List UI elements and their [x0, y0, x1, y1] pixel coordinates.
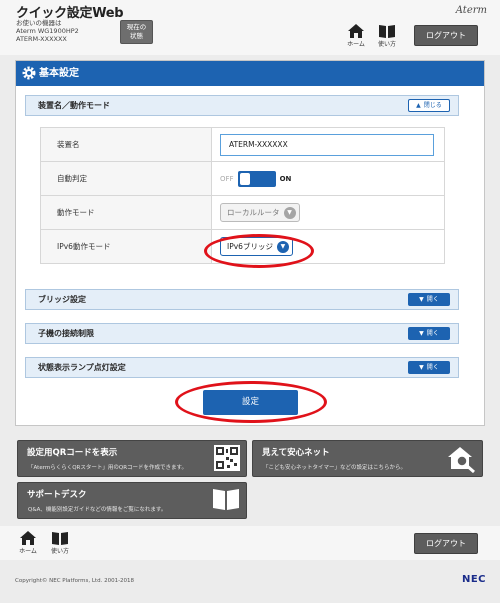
device-name-label: 装置名: [40, 127, 212, 162]
chevron-up-icon: ▲: [416, 102, 421, 109]
book-icon: [379, 25, 395, 38]
open-book-icon: [213, 489, 239, 510]
home-button[interactable]: ホーム: [343, 24, 369, 48]
toggle-off-label: OFF: [220, 174, 234, 183]
auto-detect-toggle[interactable]: OFF ON: [220, 170, 444, 187]
footer-howto-button[interactable]: 使い方: [47, 531, 73, 555]
section-bridge[interactable]: ブリッジ設定 ▼ 開く: [25, 289, 459, 310]
highlight-oval-submit: [175, 381, 327, 423]
home-icon: [20, 531, 36, 545]
qr-tile-title: 設定用QRコードを表示: [27, 448, 118, 458]
chevron-down-icon: ▼: [419, 296, 424, 303]
toggle-on-label: ON: [279, 174, 292, 183]
chevron-down-icon: ▼: [419, 330, 424, 337]
brand-logo: Aterm: [455, 5, 487, 16]
mimamori-tile[interactable]: 見えて安心ネット 「こども安心ネットタイマー」などの設定はこちらから。: [252, 440, 483, 477]
toggle-knob: [239, 172, 250, 185]
device-label: お使いの機器は: [16, 19, 62, 27]
mimamori-tile-subtitle: 「こども安心ネットタイマー」などの設定はこちらから。: [263, 465, 407, 471]
expand-label: 開く: [426, 330, 439, 337]
copyright: Copyright© NEC Platforms, Ltd. 2001-2018: [15, 578, 135, 584]
section-client-limit[interactable]: 子機の接続制限 ▼ 開く: [25, 323, 459, 344]
footer-home-label: ホーム: [19, 548, 37, 555]
section-client-limit-title: 子機の接続制限: [38, 329, 94, 338]
gear-icon: [22, 66, 36, 80]
support-tile-subtitle: Q&A、機能別設定ガイドなどの情報をご覧になれます。: [28, 507, 167, 513]
footer-bar: ホーム 使い方 ログアウト: [0, 526, 500, 560]
expand-button[interactable]: ▼ 開く: [408, 327, 450, 340]
home-label: ホーム: [347, 41, 365, 48]
house-search-icon: [448, 447, 475, 473]
howto-label: 使い方: [377, 41, 396, 48]
chevron-down-icon: ▼: [419, 364, 424, 371]
howto-button[interactable]: 使い方: [374, 24, 400, 48]
panel-header: 基本設定: [16, 61, 484, 86]
mimamori-tile-title: 見えて安心ネット: [262, 448, 330, 458]
mode-select-value: ローカルルータ: [227, 208, 280, 217]
section-bridge-title: ブリッジ設定: [38, 295, 86, 304]
current-status-button[interactable]: 現在の 状態: [120, 20, 153, 44]
home-icon: [348, 24, 364, 38]
highlight-oval-ipv6: [204, 234, 314, 268]
support-desk-tile[interactable]: サポートデスク Q&A、機能別設定ガイドなどの情報をご覧になれます。: [17, 482, 247, 519]
nec-logo: NEC: [461, 574, 486, 585]
collapse-label: 閉じる: [423, 102, 442, 109]
footer-logout-button[interactable]: ログアウト: [414, 533, 478, 554]
device-name: ATERM-XXXXXX: [16, 35, 67, 43]
expand-label: 開く: [426, 364, 439, 371]
expand-button[interactable]: ▼ 開く: [408, 361, 450, 374]
qr-code-tile[interactable]: 設定用QRコードを表示 「AtermらくらくQRスタート」用のQRコードを作成で…: [17, 440, 247, 477]
current-status-label-1: 現在の: [126, 23, 147, 31]
footer-howto-label: 使い方: [50, 548, 69, 555]
device-name-input[interactable]: ATERM-XXXXXX: [220, 133, 434, 156]
qr-tile-subtitle: 「AtermらくらくQRスタート」用のQRコードを作成できます。: [28, 465, 187, 471]
collapse-button[interactable]: ▲ 閉じる: [408, 99, 450, 112]
footer-home-button[interactable]: ホーム: [15, 531, 41, 555]
mode-label: 動作モード: [40, 195, 212, 230]
panel-title: 基本設定: [39, 68, 79, 79]
qr-code-icon: [214, 445, 240, 471]
section-lamp[interactable]: 状態表示ランプ点灯設定 ▼ 開く: [25, 357, 459, 378]
table-row: 自動判定 OFF ON: [40, 161, 445, 196]
auto-detect-label: 自動判定: [40, 161, 212, 196]
section-device-mode[interactable]: 装置名／動作モード ▲ 閉じる: [25, 95, 459, 116]
expand-button[interactable]: ▼ 開く: [408, 293, 450, 306]
table-row: 動作モード ローカルルータ ▼: [40, 195, 445, 230]
mode-select[interactable]: ローカルルータ ▼: [220, 203, 300, 222]
logout-button[interactable]: ログアウト: [414, 25, 478, 46]
expand-label: 開く: [426, 296, 439, 303]
chevron-down-icon: ▼: [283, 206, 296, 219]
current-status-label-2: 状態: [130, 32, 143, 40]
device-model: Aterm WG1900HP2: [16, 27, 79, 35]
book-icon: [52, 532, 68, 545]
section-lamp-title: 状態表示ランプ点灯設定: [38, 363, 126, 372]
header: クイック設定Web お使いの機器は Aterm WG1900HP2 ATERM-…: [0, 0, 500, 55]
support-tile-title: サポートデスク: [27, 490, 87, 500]
ipv6-mode-label: IPv6動作モード: [40, 229, 212, 264]
table-row: 装置名 ATERM-XXXXXX: [40, 127, 445, 162]
section-device-mode-title: 装置名／動作モード: [38, 101, 110, 110]
toggle-track[interactable]: [237, 170, 276, 187]
